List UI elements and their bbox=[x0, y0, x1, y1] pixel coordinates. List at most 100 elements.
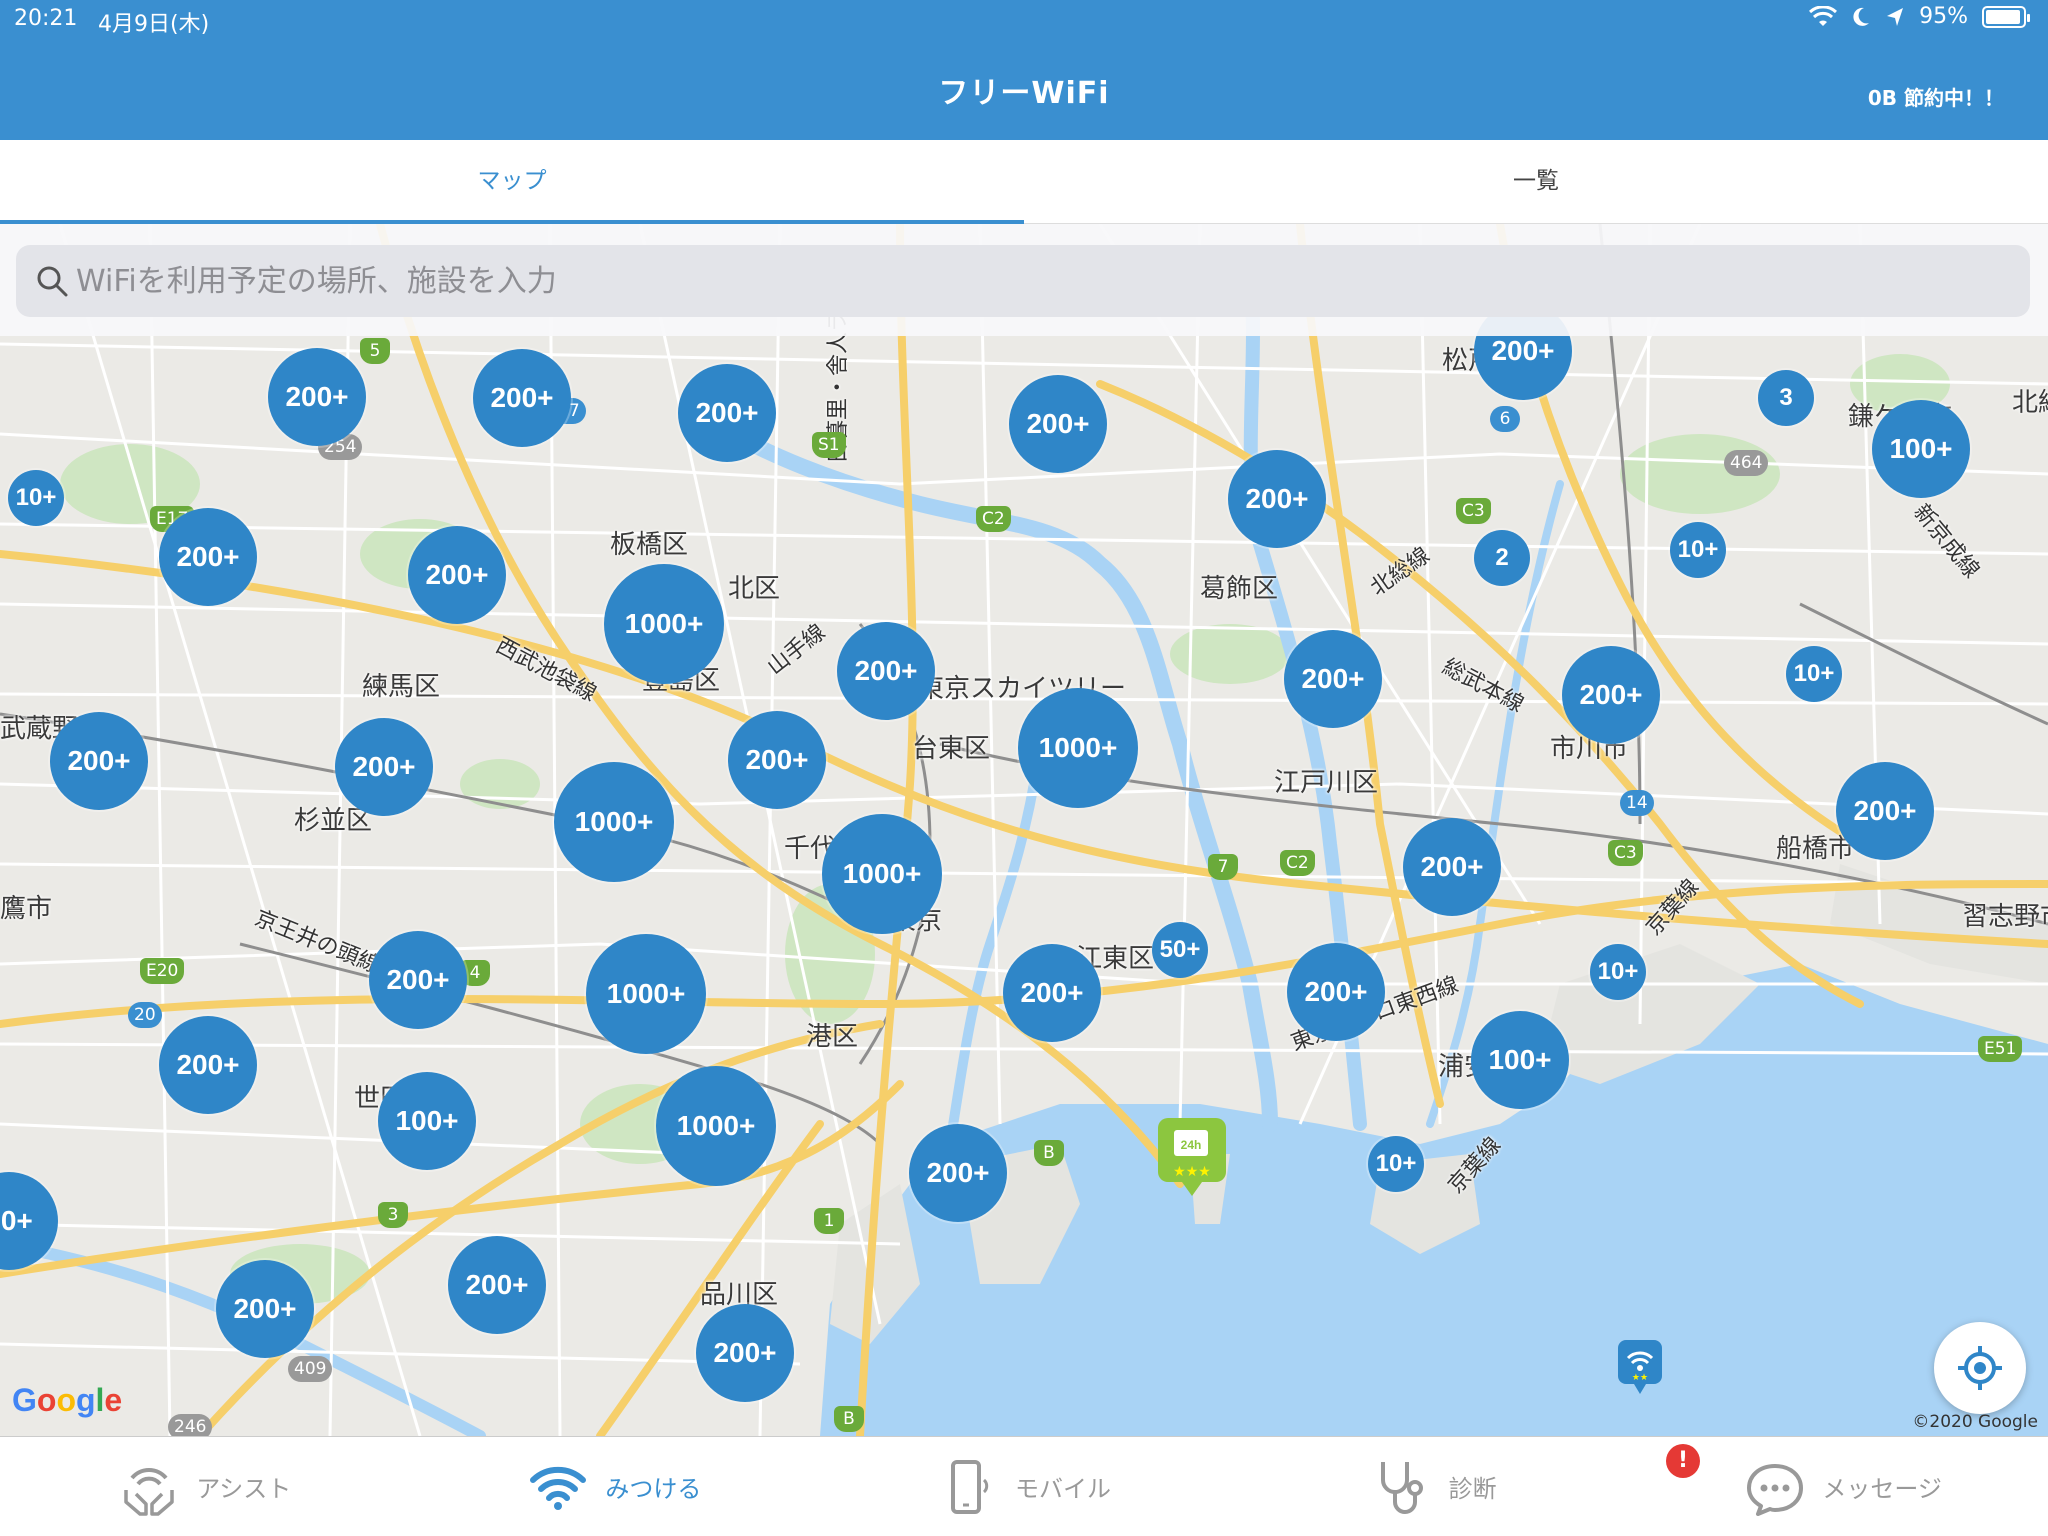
svg-text:★★: ★★ bbox=[1632, 1373, 1648, 1383]
nav-diagnose-label: 診断 bbox=[1448, 1475, 1497, 1503]
wifi-cluster[interactable]: 200+ bbox=[1562, 646, 1660, 744]
wifi-cluster[interactable]: 200+ bbox=[408, 526, 506, 624]
wifi-cluster[interactable]: 200+ bbox=[268, 348, 366, 446]
route-shield: 6 bbox=[1490, 406, 1520, 432]
nav-messages[interactable]: メッセージ bbox=[1638, 1437, 2048, 1536]
route-shield: C3 bbox=[1608, 840, 1643, 866]
bottom-navigation: アシスト みつける モバイル 診断 メッセージ bbox=[0, 1436, 2048, 1536]
wifi-cluster[interactable]: 200+ bbox=[909, 1124, 1007, 1222]
wifi-cluster[interactable]: 200+ bbox=[1228, 450, 1326, 548]
wifi-cluster[interactable]: 200+ bbox=[216, 1260, 314, 1358]
map-place-label: 江戸川区 bbox=[1274, 768, 1379, 798]
map-place-label: 習志野市 bbox=[1962, 902, 2048, 932]
svg-text:★★★: ★★★ bbox=[1173, 1164, 1211, 1180]
mobile-phone-icon bbox=[950, 1459, 989, 1514]
wifi-cluster[interactable]: 200+ bbox=[1009, 375, 1107, 473]
wifi-cluster[interactable]: 2 bbox=[1474, 530, 1530, 586]
wifi-cluster[interactable]: 10+ bbox=[1368, 1136, 1424, 1192]
savings-indicator: 0B 節約中！！ bbox=[1867, 86, 2004, 110]
route-shield: 1 bbox=[814, 1208, 844, 1234]
wifi-cluster[interactable]: 200+ bbox=[678, 364, 776, 462]
wifi-cluster[interactable]: 1000+ bbox=[604, 564, 724, 684]
my-location-button[interactable] bbox=[1934, 1322, 2026, 1414]
wifi-cluster[interactable]: 200+ bbox=[1836, 762, 1934, 860]
map-copyright: ©2020 Google bbox=[1912, 1412, 2038, 1432]
wifi-cluster[interactable]: 200+ bbox=[369, 931, 467, 1029]
svg-text:24h: 24h bbox=[1181, 1138, 1202, 1152]
route-shield: 409 bbox=[288, 1356, 333, 1382]
wifi-cluster[interactable]: 200+ bbox=[728, 711, 826, 809]
wifi-cluster[interactable]: 100+ bbox=[378, 1072, 476, 1170]
wifi-cluster[interactable]: 200+ bbox=[837, 622, 935, 720]
route-shield: 5 bbox=[360, 338, 390, 364]
map-place-label: 練馬区 bbox=[362, 672, 441, 702]
nav-diagnose[interactable]: 診断 bbox=[1229, 1437, 1639, 1536]
wifi-cluster[interactable]: 10+ bbox=[8, 470, 64, 526]
wifi-cluster[interactable]: 10+ bbox=[1590, 944, 1646, 1000]
notification-badge: ! bbox=[1666, 1444, 1700, 1478]
wifi-signal-icon bbox=[1809, 5, 1838, 26]
nav-mobile-label: モバイル bbox=[1014, 1475, 1111, 1503]
wifi-cluster[interactable]: 200+ bbox=[50, 712, 148, 810]
wifi-cluster[interactable]: 200+ bbox=[448, 1236, 546, 1334]
wifi-cluster[interactable]: 200+ bbox=[473, 349, 571, 447]
wifi-cluster[interactable]: 200+ bbox=[335, 718, 433, 816]
route-shield: E51 bbox=[1978, 1036, 2023, 1062]
wifi-cluster[interactable]: 1000+ bbox=[586, 934, 706, 1054]
wifi-cluster[interactable]: 10+ bbox=[1670, 522, 1726, 578]
search-bar[interactable] bbox=[16, 245, 2030, 317]
status-indicators: 95% bbox=[1809, 4, 2030, 29]
route-shield: 464 bbox=[1724, 450, 1769, 476]
wifi-cluster[interactable]: 200+ bbox=[1287, 943, 1385, 1041]
tab-list[interactable]: 一覧 bbox=[1024, 140, 2048, 223]
battery-icon bbox=[1982, 5, 2030, 28]
wifi-cluster[interactable]: 100+ bbox=[1872, 400, 1970, 498]
route-shield: C2 bbox=[1280, 850, 1315, 876]
map-place-label: 台東区 bbox=[912, 734, 991, 764]
map-place-label: 鷹市 bbox=[0, 894, 53, 924]
route-shield: 7 bbox=[1208, 854, 1238, 880]
tab-map[interactable]: マップ bbox=[0, 140, 1024, 224]
wifi-cluster[interactable]: 10+ bbox=[1786, 646, 1842, 702]
nav-assist-label: アシスト bbox=[196, 1475, 292, 1503]
wifi-cluster[interactable]: 200+ bbox=[1284, 630, 1382, 728]
hotspot-24h-pin-icon[interactable]: 24h ★★★ bbox=[1156, 1116, 1228, 1198]
wifi-cluster[interactable]: 200+ bbox=[696, 1304, 794, 1402]
wifi-cluster[interactable]: 200+ bbox=[1403, 818, 1501, 916]
route-shield: B bbox=[834, 1406, 864, 1432]
location-arrow-icon bbox=[1887, 7, 1904, 26]
app-header: 20:21 4月9日(木) 95% フリーWiFi 0B 節約中！！ bbox=[0, 0, 2048, 140]
map-view[interactable]: 板橋区 北区 葛飾区 練馬区 豊島区 台東区 江戸川区 杉並区 千代 江東区 港… bbox=[0, 224, 2048, 1436]
route-shield: S1 bbox=[812, 432, 846, 458]
wifi-cluster[interactable]: 200+ bbox=[159, 1016, 257, 1114]
wifi-cluster[interactable]: 1000+ bbox=[822, 814, 942, 934]
status-date: 4月9日(木) bbox=[98, 12, 210, 37]
route-shield: B bbox=[1034, 1140, 1064, 1166]
nav-find-label: みつける bbox=[605, 1475, 702, 1503]
nav-assist[interactable]: アシスト bbox=[0, 1437, 410, 1536]
wifi-spot-pin-icon[interactable]: ★★ bbox=[1616, 1338, 1664, 1398]
wifi-cluster[interactable]: 50+ bbox=[1152, 922, 1208, 978]
search-input[interactable] bbox=[76, 245, 2006, 317]
wifi-cluster[interactable]: 1000+ bbox=[656, 1066, 776, 1186]
moon-icon bbox=[1853, 7, 1870, 26]
wifi-cluster[interactable]: 1000+ bbox=[554, 762, 674, 882]
wifi-cluster[interactable]: 200+ bbox=[159, 508, 257, 606]
wifi-cluster[interactable]: 3 bbox=[1758, 370, 1814, 426]
route-shield: 3 bbox=[378, 1202, 408, 1228]
battery-percent: 95% bbox=[1919, 4, 1968, 29]
wifi-cluster[interactable]: 200+ bbox=[1003, 944, 1101, 1042]
route-shield: C3 bbox=[1456, 498, 1491, 524]
wifi-cluster[interactable]: 1000+ bbox=[1018, 688, 1138, 808]
map-place-label: 葛飾区 bbox=[1200, 574, 1279, 604]
page-title: フリーWiFi bbox=[938, 76, 1110, 111]
wifi-cluster[interactable]: 100+ bbox=[1471, 1011, 1569, 1109]
wifi-icon bbox=[530, 1466, 587, 1510]
route-shield: 14 bbox=[1620, 790, 1654, 816]
nav-mobile[interactable]: モバイル bbox=[819, 1437, 1229, 1536]
chat-bubble-icon bbox=[1747, 1463, 1804, 1516]
route-shield: 20 bbox=[128, 1002, 162, 1028]
nav-find[interactable]: みつける bbox=[410, 1437, 820, 1536]
map-place-label: 港区 bbox=[806, 1022, 859, 1052]
map-place-label: 板橋区 bbox=[610, 530, 689, 560]
